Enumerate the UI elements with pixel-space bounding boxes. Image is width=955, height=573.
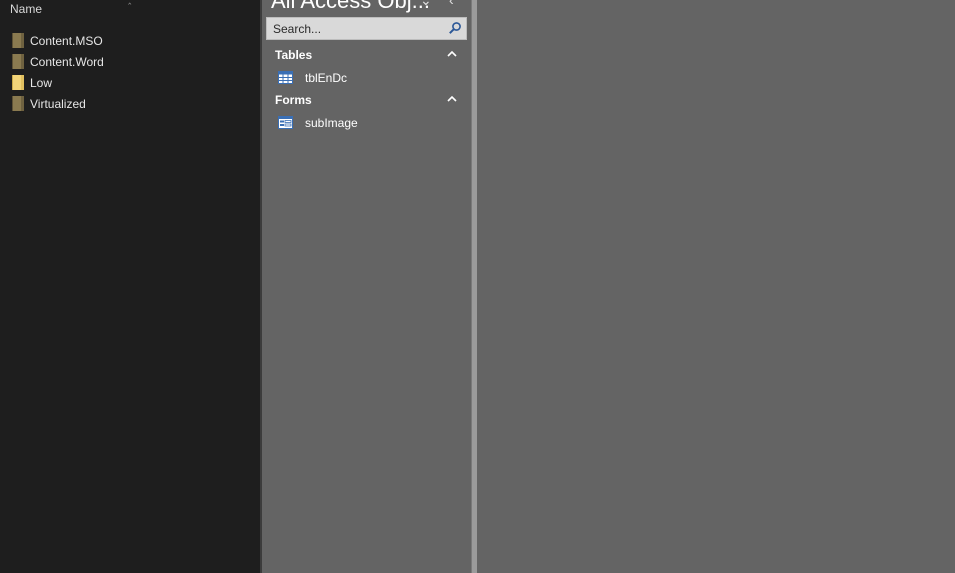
file-item-label: Low (30, 75, 53, 90)
list-item[interactable]: Virtualized (12, 93, 104, 114)
name-column-header[interactable]: Name (10, 2, 42, 16)
list-item[interactable]: Content.MSO (12, 30, 104, 51)
search-input[interactable] (267, 18, 443, 39)
nav-menu-dropdown-icon[interactable]: ⌄ (420, 0, 432, 9)
folder-open-icon (12, 75, 24, 90)
search-icon[interactable] (448, 21, 462, 35)
table-icon (278, 71, 293, 84)
nav-item-subImage[interactable]: subImage (262, 112, 471, 134)
navigation-pane: All Access Obj... ⌄ ‹ Tables tblEnDc For… (262, 0, 471, 573)
nav-pane-title[interactable]: All Access Obj... (271, 0, 430, 14)
chevron-up-icon (447, 95, 457, 102)
nav-item-label: tblEnDc (305, 71, 348, 85)
chevron-up-icon (447, 50, 457, 57)
folder-icon (12, 96, 24, 111)
column-sort-indicator: ‸ (128, 0, 131, 5)
group-header-tables[interactable]: Tables (262, 44, 471, 66)
search-box (266, 17, 467, 40)
nav-item-tblEnDc[interactable]: tblEnDc (262, 67, 471, 89)
shutter-bar-chevron-icon[interactable]: ‹ (449, 0, 454, 8)
list-item[interactable]: Low (12, 72, 104, 93)
file-list: Content.MSO Content.Word Low Virtualized (12, 30, 104, 114)
folder-icon (12, 54, 24, 69)
file-item-label: Content.Word (30, 54, 104, 69)
group-header-forms[interactable]: Forms (262, 89, 471, 111)
folder-icon (12, 33, 24, 48)
file-item-label: Content.MSO (30, 33, 103, 48)
file-item-label: Virtualized (30, 96, 86, 111)
form-icon (278, 116, 293, 129)
group-label: Forms (275, 93, 312, 107)
group-label: Tables (275, 48, 313, 62)
document-workspace (477, 0, 955, 573)
file-explorer-pane: ‸ Name Content.MSO Content.Word Low Virt… (0, 0, 260, 573)
nav-item-label: subImage (305, 116, 358, 130)
list-item[interactable]: Content.Word (12, 51, 104, 72)
